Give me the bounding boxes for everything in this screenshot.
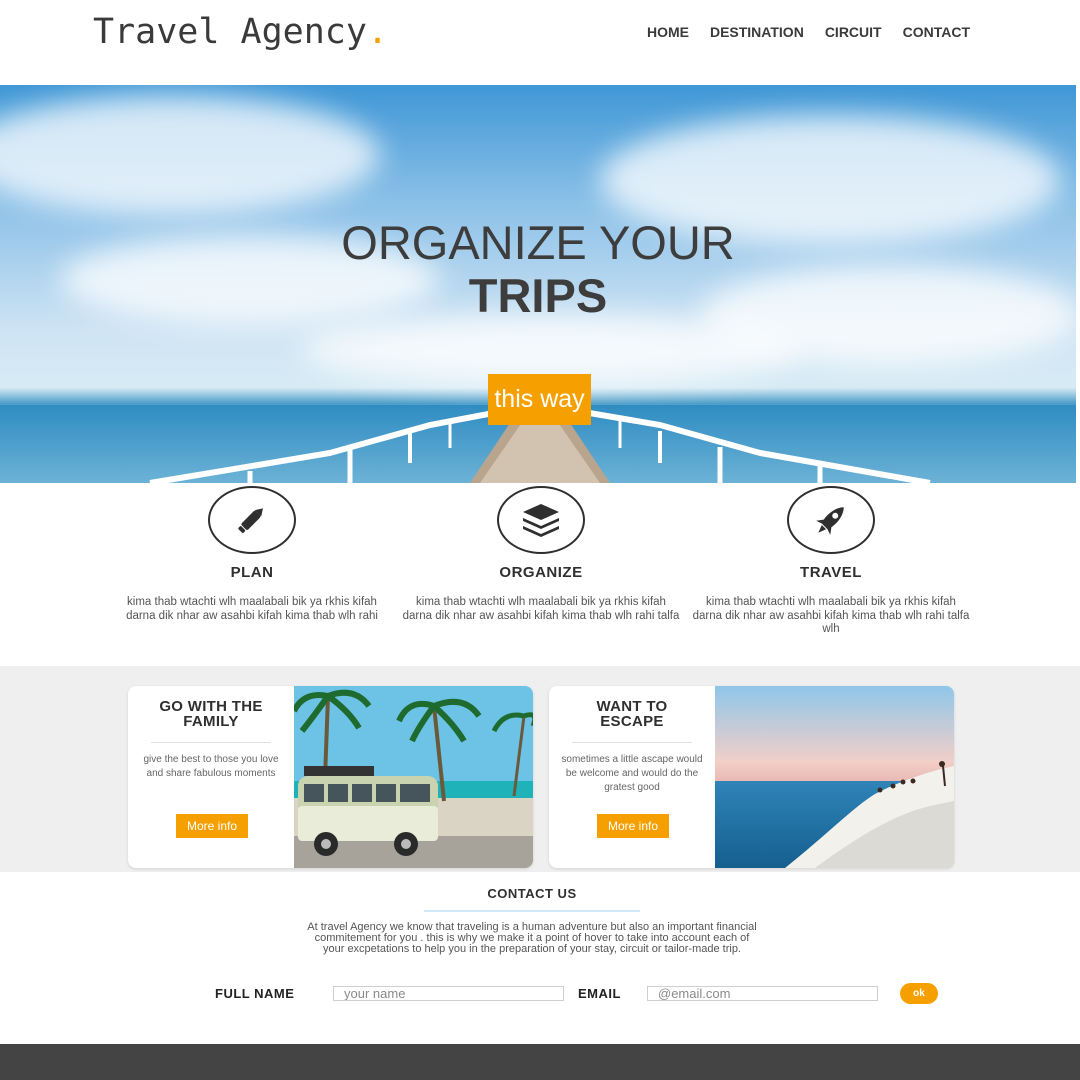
escape-card: WANT TO ESCAPE sometimes a little ascape… bbox=[549, 686, 954, 868]
email-input[interactable] bbox=[647, 986, 878, 1001]
feature-description: kima thab wtachti wlh maalabali bik ya r… bbox=[692, 596, 970, 635]
card-divider bbox=[572, 742, 692, 743]
hero-cloud bbox=[0, 95, 380, 215]
feature-title: ORGANIZE bbox=[499, 564, 583, 581]
feature-description: kima thab wtachti wlh maalabali bik ya r… bbox=[402, 596, 680, 622]
card-title-line2: ESCAPE bbox=[600, 713, 664, 730]
card-text: GO WITH THE FAMILY give the best to thos… bbox=[128, 686, 294, 868]
contact-title: CONTACT US bbox=[487, 886, 577, 901]
card-description: give the best to those you love and shar… bbox=[143, 754, 279, 779]
rocket-icon bbox=[787, 486, 875, 554]
feature-title: PLAN bbox=[230, 564, 274, 581]
card-title: GO WITH THE FAMILY bbox=[128, 699, 294, 729]
main-nav: HOME DESTINATION CIRCUIT CONTACT bbox=[647, 24, 970, 40]
site-footer bbox=[0, 1044, 1080, 1080]
submit-button[interactable]: ok bbox=[900, 983, 938, 1004]
nav-contact[interactable]: CONTACT bbox=[903, 24, 970, 40]
nav-home[interactable]: HOME bbox=[647, 24, 689, 40]
site-logo[interactable]: Travel Agency. bbox=[93, 12, 388, 52]
card-title: WANT TO ESCAPE bbox=[549, 699, 715, 729]
more-info-button[interactable]: More info bbox=[176, 814, 248, 838]
hero-banner: ORGANIZE YOUR TRIPS this way bbox=[0, 85, 1076, 483]
nav-destination[interactable]: DESTINATION bbox=[710, 24, 804, 40]
feature-title: TRAVEL bbox=[800, 564, 862, 581]
contact-divider bbox=[424, 910, 640, 912]
fullname-input[interactable] bbox=[333, 986, 564, 1001]
more-info-button[interactable]: More info bbox=[597, 814, 669, 838]
contact-description: At travel Agency we know that traveling … bbox=[307, 921, 757, 955]
van-beach-image bbox=[294, 686, 533, 868]
card-title-line2: FAMILY bbox=[183, 713, 239, 730]
feature-organize: ORGANIZE kima thab wtachti wlh maalabali… bbox=[396, 486, 686, 623]
layers-icon bbox=[497, 486, 585, 554]
this-way-button[interactable]: this way bbox=[488, 374, 591, 425]
hero-title-line1: ORGANIZE YOUR bbox=[341, 216, 735, 269]
email-label: EMAIL bbox=[578, 986, 621, 1001]
logo-dot: . bbox=[366, 12, 389, 52]
feature-travel: TRAVEL kima thab wtachti wlh maalabali b… bbox=[686, 486, 976, 637]
nav-circuit[interactable]: CIRCUIT bbox=[825, 24, 882, 40]
site-header: Travel Agency. HOME DESTINATION CIRCUIT … bbox=[0, 0, 1080, 85]
logo-text: Travel Agency bbox=[93, 12, 367, 52]
fullname-label: FULL NAME bbox=[215, 986, 295, 1001]
pen-icon bbox=[208, 486, 296, 554]
card-text: WANT TO ESCAPE sometimes a little ascape… bbox=[549, 686, 715, 868]
feature-plan: PLAN kima thab wtachti wlh maalabali bik… bbox=[107, 486, 397, 623]
cliff-sea-image bbox=[715, 686, 954, 868]
feature-description: kima thab wtachti wlh maalabali bik ya r… bbox=[126, 596, 378, 622]
family-card: GO WITH THE FAMILY give the best to thos… bbox=[128, 686, 533, 868]
card-divider bbox=[151, 742, 271, 743]
hero-title-line2: TRIPS bbox=[468, 269, 608, 322]
card-description: sometimes a little ascape would be welco… bbox=[561, 754, 703, 793]
